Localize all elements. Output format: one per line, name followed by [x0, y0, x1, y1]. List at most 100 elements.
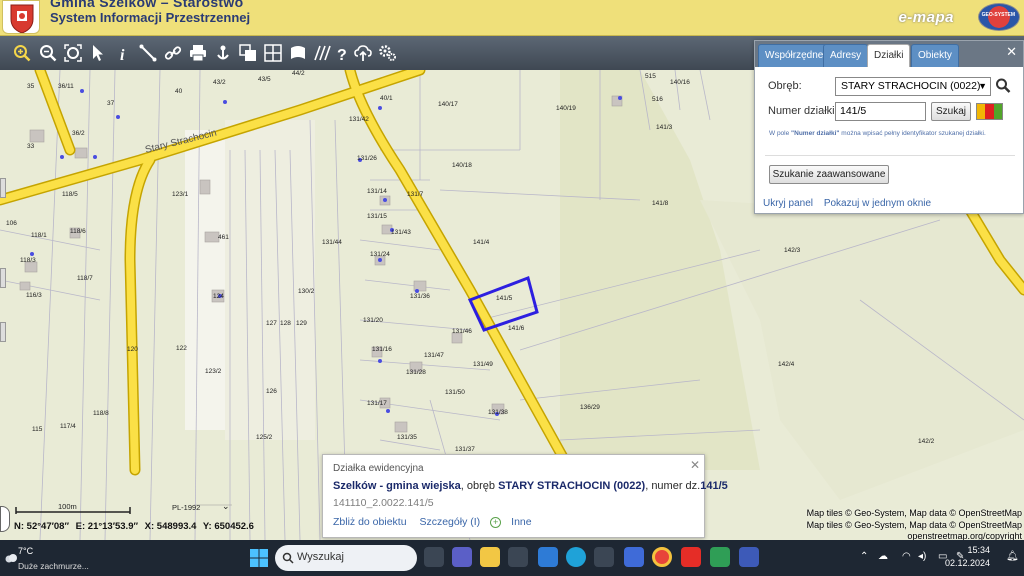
parcel-label: 118/3	[20, 257, 36, 264]
app-icon[interactable]	[594, 547, 614, 567]
settings-icon[interactable]	[376, 39, 398, 67]
zoom-to-object-link[interactable]: Zbliż do obiektu	[333, 516, 407, 528]
time: 15:34	[967, 545, 990, 555]
mail-icon[interactable]	[538, 547, 558, 567]
parcel-label: 36/2	[72, 130, 85, 137]
map-attribution-2: Map tiles © Geo-System, Map data © OpenS…	[806, 520, 1022, 541]
tab-dzialki[interactable]: Działki	[867, 44, 911, 67]
parcel-number-input[interactable]: 141/5	[835, 102, 926, 121]
info-icon[interactable]: i	[112, 39, 134, 67]
map-side-handle[interactable]	[0, 506, 10, 532]
parcel-label: 131/37	[455, 446, 475, 453]
parcel-label: 141/8	[652, 200, 669, 207]
weather-widget[interactable]: 7°C Duże zachmurze...	[4, 543, 94, 573]
parcel-label: 131/35	[397, 434, 417, 441]
select-arrow-icon[interactable]	[87, 39, 109, 67]
parcel-label: 515	[645, 73, 656, 80]
app-root: Gmina Szelków – Starostwo System Informa…	[0, 0, 1024, 576]
parcel-label: 33	[27, 143, 35, 150]
cloud-icon[interactable]: ☁	[878, 551, 888, 562]
clock[interactable]: 15:34 02.12.2024	[945, 544, 990, 570]
youtube-icon[interactable]	[681, 547, 701, 567]
parcel-label: 118/6	[70, 228, 86, 235]
more-link[interactable]: Inne	[511, 516, 531, 528]
color-swatch-picker[interactable]	[976, 103, 1003, 120]
details-link[interactable]: Szczegóły (I)	[419, 516, 480, 528]
calendar-app-icon[interactable]	[739, 547, 759, 567]
download-icon[interactable]	[212, 39, 234, 67]
zoom-out-icon[interactable]	[37, 39, 59, 67]
advanced-search-button[interactable]: Szukanie zaawansowane	[769, 165, 889, 184]
teams-icon[interactable]	[452, 547, 472, 567]
swatch-red[interactable]	[985, 104, 994, 119]
notification-icon[interactable]: 🔔︎	[1006, 551, 1019, 562]
map-sheet-icon[interactable]	[287, 39, 309, 67]
map-nav-control[interactable]	[0, 268, 6, 288]
parcel-label: 136/29	[580, 404, 600, 411]
chrome-icon[interactable]	[652, 547, 672, 567]
crs-select[interactable]: PL-1992	[172, 503, 200, 512]
weather-description: Duże zachmurze...	[18, 561, 89, 571]
coord-lon: E: 21°13′53.9″	[75, 521, 139, 532]
numer-label: Numer działki:	[768, 105, 838, 117]
parcel-label: 118/8	[93, 410, 109, 417]
spreadsheet-icon[interactable]	[710, 547, 730, 567]
parcel-label: 141/5	[496, 295, 513, 302]
parcel-label: 130/2	[298, 288, 315, 295]
taskbar-search[interactable]: Wyszukaj	[275, 545, 417, 571]
parcel-label: 127	[266, 320, 277, 327]
parcel-label: 122	[176, 345, 187, 352]
tab-obiekty[interactable]: Obiekty	[911, 44, 959, 67]
upload-icon[interactable]	[352, 39, 374, 67]
map-nav-control[interactable]	[0, 322, 6, 342]
parcel-label: 131/47	[424, 352, 444, 359]
hatch-icon[interactable]	[311, 39, 333, 67]
zoom-extent-icon[interactable]	[62, 39, 84, 67]
wifi-icon[interactable]: ◠	[902, 551, 911, 562]
search-icon[interactable]	[995, 77, 1011, 95]
swatch-green[interactable]	[993, 104, 1002, 119]
hide-panel-link[interactable]: Ukryj panel	[763, 198, 813, 209]
swatch-yellow[interactable]	[977, 104, 986, 119]
copilot-icon[interactable]	[624, 547, 644, 567]
print-icon[interactable]	[187, 39, 209, 67]
link-icon[interactable]	[162, 39, 184, 67]
plus-icon[interactable]: +	[490, 516, 502, 528]
search-button[interactable]: Szukaj	[931, 102, 971, 121]
close-icon[interactable]: ✕	[1006, 44, 1017, 60]
edge-icon[interactable]	[566, 547, 586, 567]
tab-adresy[interactable]: Adresy	[823, 44, 869, 67]
popup-title: Działka ewidencyjna	[333, 463, 424, 474]
parcel-label: 131/50	[445, 389, 465, 396]
parcel-label: 131/46	[452, 328, 472, 335]
tab-wspolrzedne[interactable]: Współrzędne	[758, 44, 831, 67]
single-window-link[interactable]: Pokazuj w jednym oknie	[824, 198, 931, 209]
parcel-label: 142/2	[918, 438, 935, 445]
parcel-search-hint: W pole "Numer działki" można wpisać pełn…	[769, 130, 986, 137]
windows-start-icon[interactable]	[249, 548, 269, 568]
map-nav-control[interactable]	[0, 178, 6, 198]
task-view-icon[interactable]	[424, 547, 444, 567]
help-icon[interactable]: ?	[331, 39, 353, 67]
parcel-search-icon[interactable]	[262, 39, 284, 67]
parcel-label: 142/3	[784, 247, 801, 254]
parcel-description: Szelków - gmina wiejska, obręb STARY STR…	[333, 480, 728, 492]
layers-icon[interactable]	[237, 39, 259, 67]
close-icon[interactable]: ✕	[690, 458, 700, 472]
zoom-in-icon[interactable]	[11, 39, 33, 67]
parcel-label: 118/7	[77, 275, 93, 282]
scale-bar-area	[14, 500, 234, 516]
chevron-down-icon[interactable]: ⌄	[222, 501, 230, 512]
store-icon[interactable]	[508, 547, 528, 567]
volume-icon[interactable]: ◂)	[918, 551, 926, 562]
chevron-up-icon[interactable]: ⌃	[860, 551, 868, 562]
parcel-label: 36/11	[58, 83, 74, 90]
measure-icon[interactable]	[137, 39, 159, 67]
parcel-label: 131/42	[349, 116, 369, 123]
windows-taskbar: 7°C Duże zachmurze... Wyszukaj ⌃ ☁ ◠ ◂) …	[0, 540, 1024, 576]
obreb-selected-value: STARY STRACHOCIN (0022)	[841, 80, 981, 92]
file-explorer-icon[interactable]	[480, 547, 500, 567]
parcel-label: 126	[266, 388, 277, 395]
search-icon	[282, 552, 294, 564]
obreb-select[interactable]: STARY STRACHOCIN (0022) ▼	[835, 77, 991, 96]
